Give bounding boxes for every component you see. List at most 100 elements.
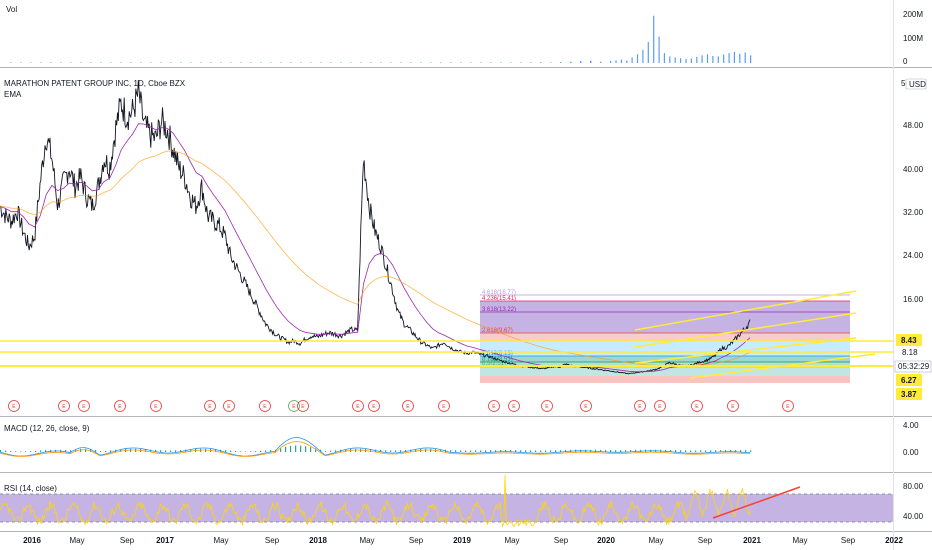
volume-bar: [610, 61, 612, 63]
volume-bar: [728, 53, 730, 63]
macd-histogram-bar: [35, 450, 37, 452]
macd-histogram-bar: [520, 450, 522, 452]
volume-bar: [750, 55, 752, 63]
volume-bar: [520, 62, 522, 63]
macd-histogram-bar: [485, 450, 487, 452]
macd-histogram-bar: [325, 451, 327, 452]
macd-histogram-bar: [610, 450, 612, 452]
volume-bar: [320, 62, 322, 63]
volume-bar: [470, 62, 472, 63]
volume-bar: [658, 36, 660, 63]
macd-histogram-bar: [555, 450, 557, 452]
volume-bar: [110, 62, 112, 63]
volume-bar: [440, 62, 442, 64]
macd-histogram-bar: [470, 450, 472, 452]
volume-bar: [10, 62, 12, 63]
volume-bar: [60, 62, 62, 63]
fib-band: [480, 376, 850, 383]
macd-histogram-bar: [550, 450, 552, 452]
time-tick: Sep: [265, 536, 280, 545]
macd-histogram-bar: [685, 450, 687, 452]
time-tick: May: [792, 536, 807, 545]
volume-bar: [642, 49, 644, 63]
macd-histogram-bar: [750, 450, 752, 452]
time-tick: Sep: [120, 536, 135, 545]
ema-legend: EMA: [4, 90, 22, 99]
volume-bar: [170, 62, 172, 63]
volume-bar: [540, 62, 542, 63]
volume-bar: [590, 60, 592, 63]
macd-histogram-bar: [290, 445, 292, 452]
volume-bar: [615, 60, 617, 63]
chart-canvas[interactable]: 4.618(16.77)4.236(15.41)3.618(13.22)2.61…: [0, 0, 932, 550]
volume-bar: [70, 62, 72, 63]
macd-histogram-bar: [305, 446, 307, 452]
macd-histogram-bar: [5, 450, 7, 452]
macd-histogram-bar: [330, 450, 332, 452]
volume-bar: [717, 56, 719, 63]
volume-bar: [653, 15, 655, 63]
volume-bar: [636, 54, 639, 63]
macd-histogram-bar: [160, 450, 162, 452]
volume-bar: [300, 62, 302, 63]
time-tick: 2020: [597, 536, 615, 545]
volume-bar: [230, 62, 232, 63]
volume-bar: [260, 62, 262, 63]
price-tick: 24.00: [903, 251, 924, 260]
macd-histogram-bar: [260, 450, 262, 452]
volume-bar: [290, 62, 292, 63]
macd-histogram-bar: [535, 450, 537, 452]
volume-bar: [510, 62, 512, 63]
time-tick: May: [359, 536, 374, 545]
macd-histogram-bar: [40, 450, 42, 452]
macd-histogram-bar: [310, 447, 312, 452]
volume-bar: [430, 62, 432, 63]
volume-bar: [360, 62, 362, 63]
macd-histogram-bar: [335, 450, 337, 452]
volume-bar: [744, 52, 746, 63]
volume-bar: [663, 53, 665, 63]
macd-histogram-bar: [230, 450, 232, 452]
time-tick: Sep: [698, 536, 713, 545]
price-badge-lower-label: 6.27: [901, 376, 917, 385]
time-tick: 2022: [885, 536, 903, 545]
macd-histogram-bar: [700, 450, 702, 452]
volume-bar: [400, 62, 402, 63]
volume-bar: [733, 52, 735, 63]
volume-bar: [40, 62, 42, 63]
macd-histogram-bar: [265, 450, 267, 452]
volume-bar: [150, 62, 152, 63]
macd-histogram-bar: [165, 450, 167, 452]
macd-histogram-bar: [455, 450, 457, 452]
volume-bar: [50, 62, 52, 63]
volume-bar: [350, 62, 352, 63]
macd-histogram-bar: [285, 446, 287, 452]
time-tick: 2016: [23, 536, 41, 545]
volume-bar: [90, 62, 92, 63]
macd-histogram-bar: [175, 450, 177, 452]
volume-bar: [220, 62, 222, 63]
time-tick: Sep: [554, 536, 569, 545]
macd-histogram-bar: [525, 450, 527, 452]
volume-bar: [550, 62, 552, 63]
macd-histogram-bar: [615, 450, 617, 452]
fib-level-label: 2.618(9.67): [482, 328, 513, 334]
macd-histogram-bar: [715, 450, 717, 452]
price-badge-upper-label: 8.43: [901, 336, 917, 345]
price-tick: 16.00: [903, 295, 924, 304]
volume-bar: [370, 62, 372, 63]
volume-bar: [620, 59, 622, 63]
macd-histogram-bar: [255, 451, 257, 452]
macd-histogram-bar: [530, 450, 532, 452]
macd-legend: MACD (12, 26, close, 9): [4, 424, 90, 433]
price-tick: 40.00: [903, 165, 924, 174]
macd-histogram-bar: [105, 450, 107, 452]
time-tick: May: [648, 536, 663, 545]
macd-histogram-bar: [460, 450, 462, 452]
volume-bar: [280, 62, 282, 63]
macd-histogram-bar: [690, 450, 692, 452]
macd-histogram-bar: [80, 448, 82, 452]
volume-bar: [140, 62, 142, 63]
currency-label: USD: [909, 80, 926, 89]
volume-bar: [723, 54, 725, 63]
